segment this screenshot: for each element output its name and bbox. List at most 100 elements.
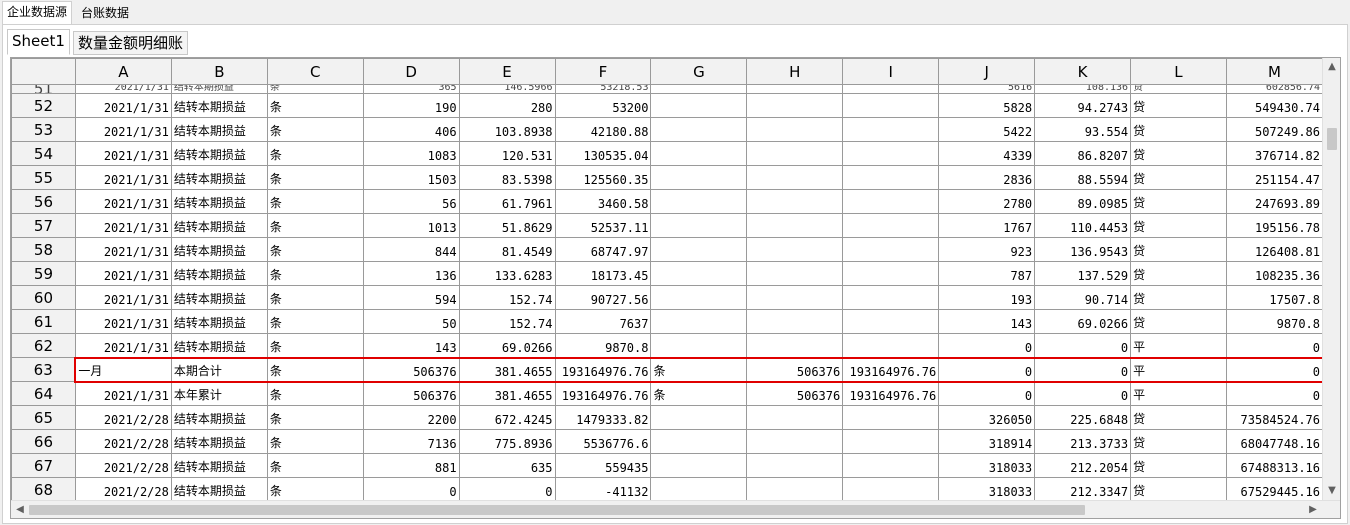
table-row[interactable]: 56 2021/1/31 结转本期损益条 56 61.7961 3460.58 2780 89… <box>11 189 1323 214</box>
table-cell[interactable]: 68747.97 <box>554 237 652 262</box>
table-cell[interactable]: 195156.78 <box>1225 213 1323 238</box>
row-header[interactable]: 57 <box>11 213 76 238</box>
table-cell[interactable]: 结转本期损益 <box>170 333 268 358</box>
table-cell[interactable]: 251154.47 <box>1225 165 1323 190</box>
row-header[interactable]: 56 <box>11 189 76 214</box>
table-cell[interactable]: 94.2743 <box>1034 93 1132 118</box>
table-cell[interactable] <box>650 453 748 478</box>
table-cell[interactable]: 42180.88 <box>554 117 652 142</box>
table-cell[interactable] <box>746 309 844 334</box>
table-cell[interactable]: 2021/1/31 <box>74 213 172 238</box>
table-cell[interactable]: 条 <box>266 285 364 310</box>
table-cell[interactable] <box>746 237 844 262</box>
table-cell[interactable] <box>650 285 748 310</box>
table-cell[interactable]: 365 <box>362 84 460 94</box>
table-cell[interactable]: 条 <box>266 237 364 262</box>
row-header[interactable]: 61 <box>11 309 76 334</box>
table-cell[interactable] <box>650 261 748 286</box>
table-cell[interactable]: 5828 <box>938 93 1036 118</box>
table-cell[interactable] <box>842 309 940 334</box>
table-cell[interactable]: 结转本期损益 <box>170 309 268 334</box>
table-cell[interactable]: 0 <box>458 477 556 500</box>
table-cell[interactable]: 贷 <box>1130 453 1227 478</box>
row-header[interactable]: 53 <box>11 117 76 142</box>
table-cell[interactable]: 贷 <box>1130 84 1227 94</box>
column-header[interactable]: D <box>362 58 460 85</box>
table-cell[interactable] <box>650 117 748 142</box>
table-cell[interactable] <box>842 405 940 430</box>
table-cell[interactable] <box>746 165 844 190</box>
table-cell[interactable]: 0 <box>1225 381 1323 406</box>
table-cell[interactable]: 结转本期损益 <box>170 405 268 430</box>
table-cell[interactable] <box>650 141 748 166</box>
table-cell[interactable]: 2021/1/31 <box>74 117 172 142</box>
table-cell[interactable] <box>842 189 940 214</box>
table-cell[interactable]: 5536776.6 <box>554 429 652 454</box>
table-cell[interactable]: 193164976.76 <box>842 381 940 406</box>
table-cell[interactable]: 549430.74 <box>1225 93 1323 118</box>
table-cell[interactable]: 0 <box>938 381 1036 406</box>
row-header[interactable]: 64 <box>11 381 76 406</box>
table-row[interactable]: 58 2021/1/31 结转本期损益条 844 81.4549 68747.97 923 1… <box>11 237 1323 262</box>
table-cell[interactable]: 61.7961 <box>458 189 556 214</box>
table-cell[interactable]: 2200 <box>362 405 460 430</box>
table-cell[interactable]: 4339 <box>938 141 1036 166</box>
table-cell[interactable]: 2021/1/31 <box>74 165 172 190</box>
table-cell[interactable]: 73584524.76 <box>1225 405 1323 430</box>
table-row[interactable]: 52 2021/1/31 结转本期损益条 190 280 53200 5828 94.2743… <box>11 93 1323 118</box>
table-cell[interactable]: 结转本期损益 <box>170 213 268 238</box>
tab-ledger-data[interactable]: 台账数据 <box>76 2 134 24</box>
table-cell[interactable] <box>650 405 748 430</box>
table-cell[interactable]: 635 <box>458 453 556 478</box>
chevron-up-icon[interactable]: ▲ <box>1323 58 1340 76</box>
table-row[interactable]: 55 2021/1/31 结转本期损益条 1503 83.5398 125560.35 28… <box>11 165 1323 190</box>
row-header[interactable]: 51 <box>11 84 76 94</box>
table-cell[interactable]: 平 <box>1130 356 1227 383</box>
table-cell[interactable]: 143 <box>362 333 460 358</box>
table-cell[interactable]: 136.9543 <box>1034 237 1132 262</box>
table-cell[interactable]: 130535.04 <box>554 141 652 166</box>
table-cell[interactable] <box>842 285 940 310</box>
table-cell[interactable] <box>842 141 940 166</box>
table-cell[interactable]: 条 <box>266 453 364 478</box>
table-cell[interactable]: 贷 <box>1130 477 1227 500</box>
chevron-right-icon[interactable]: ▶ <box>1304 501 1322 518</box>
table-cell[interactable]: 51.8629 <box>458 213 556 238</box>
row-header[interactable]: 67 <box>11 453 76 478</box>
table-cell[interactable]: 2021/1/31 <box>74 189 172 214</box>
table-cell[interactable] <box>842 333 940 358</box>
table-row[interactable]: 57 2021/1/31 结转本期损益条 1013 51.8629 52537.11 176… <box>11 213 1323 238</box>
row-header[interactable]: 59 <box>11 261 76 286</box>
column-header[interactable]: I <box>842 58 940 85</box>
table-cell[interactable]: 318914 <box>938 429 1036 454</box>
table-cell[interactable]: 0 <box>1225 333 1323 358</box>
table-cell[interactable]: 条 <box>266 381 364 406</box>
table-cell[interactable]: 贷 <box>1130 141 1227 166</box>
table-cell[interactable] <box>746 117 844 142</box>
column-header[interactable]: C <box>266 58 364 85</box>
table-cell[interactable]: 775.8936 <box>458 429 556 454</box>
table-cell[interactable]: 一月 <box>74 356 172 383</box>
table-cell[interactable]: 1479333.82 <box>554 405 652 430</box>
table-cell[interactable] <box>746 93 844 118</box>
table-cell[interactable]: 133.6283 <box>458 261 556 286</box>
table-cell[interactable]: 506376 <box>362 381 460 406</box>
table-cell[interactable] <box>746 285 844 310</box>
table-cell[interactable]: 53200 <box>554 93 652 118</box>
table-row[interactable]: 61 2021/1/31 结转本期损益条 50 152.74 7637 143 69.0266… <box>11 309 1323 334</box>
table-cell[interactable]: 2021/1/31 <box>74 141 172 166</box>
table-cell[interactable] <box>842 237 940 262</box>
tab-quantity-amount-detail[interactable]: 数量金额明细账 <box>73 31 189 55</box>
table-cell[interactable]: 318033 <box>938 453 1036 478</box>
column-header[interactable]: K <box>1034 58 1132 85</box>
horizontal-scroll-thumb[interactable] <box>29 505 1085 515</box>
spreadsheet-grid[interactable]: ABCDEFGHIJKLM 51 2021/1/31 结转本期损益条 365 146.5… <box>10 57 1341 519</box>
table-cell[interactable]: 56 <box>362 189 460 214</box>
table-row[interactable]: 54 2021/1/31 结转本期损益条 1083 120.531 130535.04 43… <box>11 141 1323 166</box>
row-header[interactable]: 63 <box>11 357 76 382</box>
table-cell[interactable]: 贷 <box>1130 117 1227 142</box>
table-cell[interactable]: 146.5966 <box>458 84 556 94</box>
row-header[interactable]: 58 <box>11 237 76 262</box>
table-cell[interactable]: 2836 <box>938 165 1036 190</box>
table-cell[interactable]: 条 <box>266 309 364 334</box>
